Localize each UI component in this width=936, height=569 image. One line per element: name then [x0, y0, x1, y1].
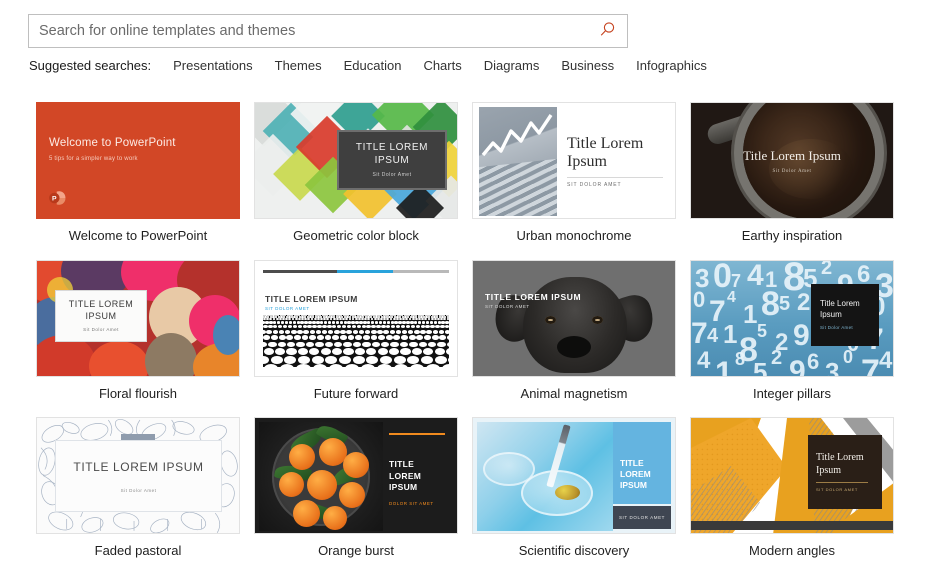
- template-thumbnail[interactable]: TITLE LOREM IPSUM Sit Dolor Amet: [36, 259, 240, 377]
- thumb-subtitle: SIT DOLOR AMET: [618, 515, 666, 521]
- thumb-subtitle: Sit Dolor Amet: [772, 169, 812, 174]
- template-caption: Integer pillars: [752, 385, 832, 401]
- accent-bars: [263, 269, 449, 273]
- template-tile-geometric-color-block[interactable]: TITLE LOREM IPSUM Sit Dolor Amet Geometr…: [254, 102, 458, 244]
- template-thumbnail[interactable]: TITLE LOREM IPSUM Sit Dolor Amet: [254, 102, 458, 219]
- template-caption: Floral flourish: [98, 385, 178, 401]
- suggested-link-infographics[interactable]: Infographics: [636, 58, 707, 73]
- template-thumbnail[interactable]: Welcome to PowerPoint 5 tips for a simpl…: [36, 102, 240, 219]
- template-thumbnail[interactable]: TITLE LOREM IPSUM DOLOR SIT AMET: [254, 417, 458, 535]
- oranges-photo: [259, 422, 383, 532]
- thumb-subtitle: SIT DOLOR AMET: [265, 305, 310, 311]
- thumb-title: TITLE LOREM IPSUM: [620, 458, 651, 491]
- template-caption: Animal magnetism: [520, 385, 628, 401]
- dog-snout: [557, 335, 591, 358]
- thumb-title-box: Title Lorem Ipsum SIT DOLOR AMET: [808, 435, 882, 510]
- template-tile-faded-pastoral[interactable]: TITLE LOREM IPSUM Sit Dolor Amet Faded p…: [36, 417, 240, 559]
- search-input[interactable]: [29, 23, 587, 39]
- suggested-link-business[interactable]: Business: [561, 58, 614, 73]
- template-tile-integer-pillars[interactable]: 3074185296307418529630741852963074185296…: [690, 259, 894, 402]
- template-caption: Earthy inspiration: [741, 228, 843, 243]
- template-thumbnail[interactable]: TITLE LOREM IPSUM SIT DOLOR AMET: [472, 259, 676, 377]
- dog-eye-right: [592, 315, 603, 324]
- stairs-photo: [479, 107, 557, 216]
- thumb-title: Title Lorem Ipsum: [816, 452, 864, 476]
- thumb-subtitle-box: SIT DOLOR AMET: [613, 506, 671, 530]
- divider: [816, 482, 868, 484]
- thumb-subtitle: SIT DOLOR AMET: [485, 303, 530, 309]
- template-thumbnail[interactable]: TITLE LOREM IPSUM SIT DOLOR AMET: [472, 417, 676, 535]
- template-tile-floral-flourish[interactable]: TITLE LOREM IPSUM Sit Dolor Amet Floral …: [36, 259, 240, 402]
- template-caption: Urban monochrome: [516, 228, 632, 243]
- suggested-link-charts[interactable]: Charts: [423, 58, 461, 73]
- suggested-link-diagrams[interactable]: Diagrams: [484, 58, 540, 73]
- template-tile-modern-angles[interactable]: Title Lorem Ipsum SIT DOLOR AMET Modern …: [690, 417, 894, 559]
- thumb-title: TITLE LOREM IPSUM: [265, 293, 358, 304]
- thumb-title: Title Lorem Ipsum: [743, 148, 841, 163]
- template-caption: Faded pastoral: [94, 543, 182, 559]
- template-thumbnail[interactable]: Title Lorem Ipsum SIT DOLOR AMET: [690, 417, 894, 535]
- thumb-title: Title Lorem Ipsum: [567, 135, 644, 171]
- template-thumbnail[interactable]: TITLE LOREM IPSUM Sit Dolor Amet: [36, 417, 240, 535]
- template-tile-earthy-inspiration[interactable]: Title Lorem Ipsum Sit Dolor Amet Earthy …: [690, 102, 894, 244]
- circle-grid-pattern: [263, 314, 449, 367]
- template-tile-animal-magnetism[interactable]: TITLE LOREM IPSUM SIT DOLOR AMET Animal …: [472, 259, 676, 402]
- search-box[interactable]: [28, 14, 628, 48]
- thumb-title-box: TITLE LOREM IPSUM Sit Dolor Amet: [337, 130, 447, 190]
- template-tile-urban-monochrome[interactable]: Title Lorem Ipsum SIT DOLOR AMET Urban m…: [472, 102, 676, 244]
- template-caption: Future forward: [313, 385, 399, 401]
- powerpoint-logo-icon: P: [49, 191, 66, 205]
- thumb-title: TITLE LOREM IPSUM: [485, 291, 582, 302]
- search-button[interactable]: [587, 15, 627, 47]
- template-tile-welcome-to-powerpoint[interactable]: Welcome to PowerPoint 5 tips for a simpl…: [36, 102, 240, 244]
- template-caption: Modern angles: [749, 543, 835, 559]
- template-tile-orange-burst[interactable]: TITLE LOREM IPSUM DOLOR SIT AMET Orange …: [254, 417, 458, 559]
- search-icon: [599, 21, 616, 41]
- thumb-title-box: TITLE LOREM IPSUM Sit Dolor Amet: [55, 289, 147, 342]
- template-grid: Welcome to PowerPoint 5 tips for a simpl…: [36, 102, 902, 559]
- template-caption: Geometric color block: [293, 228, 419, 243]
- template-tile-scientific-discovery[interactable]: TITLE LOREM IPSUM SIT DOLOR AMET Scienti…: [472, 417, 676, 559]
- thumb-subtitle: Sit Dolor Amet: [120, 487, 157, 493]
- template-thumbnail[interactable]: 3074185296307418529630741852963074185296…: [690, 259, 894, 377]
- thumb-subtitle: 5 tips for a simpler way to work: [49, 156, 138, 162]
- suggested-searches: Suggested searches: Presentations Themes…: [29, 58, 707, 73]
- suggested-searches-label: Suggested searches:: [29, 58, 152, 73]
- template-tile-future-forward[interactable]: TITLE LOREM IPSUM SIT DOLOR AMET Future …: [254, 259, 458, 402]
- template-caption: Scientific discovery: [518, 543, 630, 559]
- thumb-title: TITLE LOREM IPSUM: [68, 299, 134, 321]
- bottom-bar: [691, 521, 893, 531]
- thumb-title-box: TITLE LOREM IPSUM Sit Dolor Amet: [55, 440, 222, 513]
- thumb-title-box: Title Lorem Ipsum Sit Dolor Amet: [811, 283, 879, 346]
- accent-rule: [389, 433, 445, 436]
- dog-eye-left: [545, 315, 556, 324]
- thumb-subtitle: DOLOR SIT AMET: [389, 501, 434, 507]
- suggested-link-presentations[interactable]: Presentations: [173, 58, 253, 73]
- divider: [567, 177, 663, 178]
- thumb-title: TITLE LOREM IPSUM: [355, 142, 429, 166]
- thumb-subtitle: SIT DOLOR AMET: [816, 487, 858, 493]
- thumb-subtitle: SIT DOLOR AMET: [567, 182, 622, 188]
- template-thumbnail[interactable]: Title Lorem Ipsum SIT DOLOR AMET: [472, 102, 676, 219]
- template-thumbnail[interactable]: TITLE LOREM IPSUM SIT DOLOR AMET: [254, 259, 458, 377]
- template-gallery-page: Suggested searches: Presentations Themes…: [0, 0, 936, 569]
- template-caption: Welcome to PowerPoint: [68, 228, 208, 243]
- thumb-title: TITLE LOREM IPSUM: [73, 459, 204, 474]
- thumb-title: Title Lorem Ipsum: [820, 299, 860, 319]
- template-caption: Orange burst: [318, 543, 394, 559]
- suggested-link-education[interactable]: Education: [344, 58, 402, 73]
- svg-text:P: P: [52, 196, 57, 203]
- suggested-link-themes[interactable]: Themes: [275, 58, 322, 73]
- zigzag-line-icon: [481, 114, 553, 157]
- thumb-title: TITLE LOREM IPSUM: [389, 459, 422, 493]
- template-thumbnail[interactable]: Title Lorem Ipsum Sit Dolor Amet: [690, 102, 894, 219]
- laboratory-photo: [477, 422, 613, 532]
- thumb-subtitle: Sit Dolor Amet: [820, 324, 853, 330]
- thumb-title: Welcome to PowerPoint: [49, 137, 176, 149]
- thumb-subtitle: Sit Dolor Amet: [83, 326, 119, 332]
- thumb-subtitle: Sit Dolor Amet: [372, 172, 412, 178]
